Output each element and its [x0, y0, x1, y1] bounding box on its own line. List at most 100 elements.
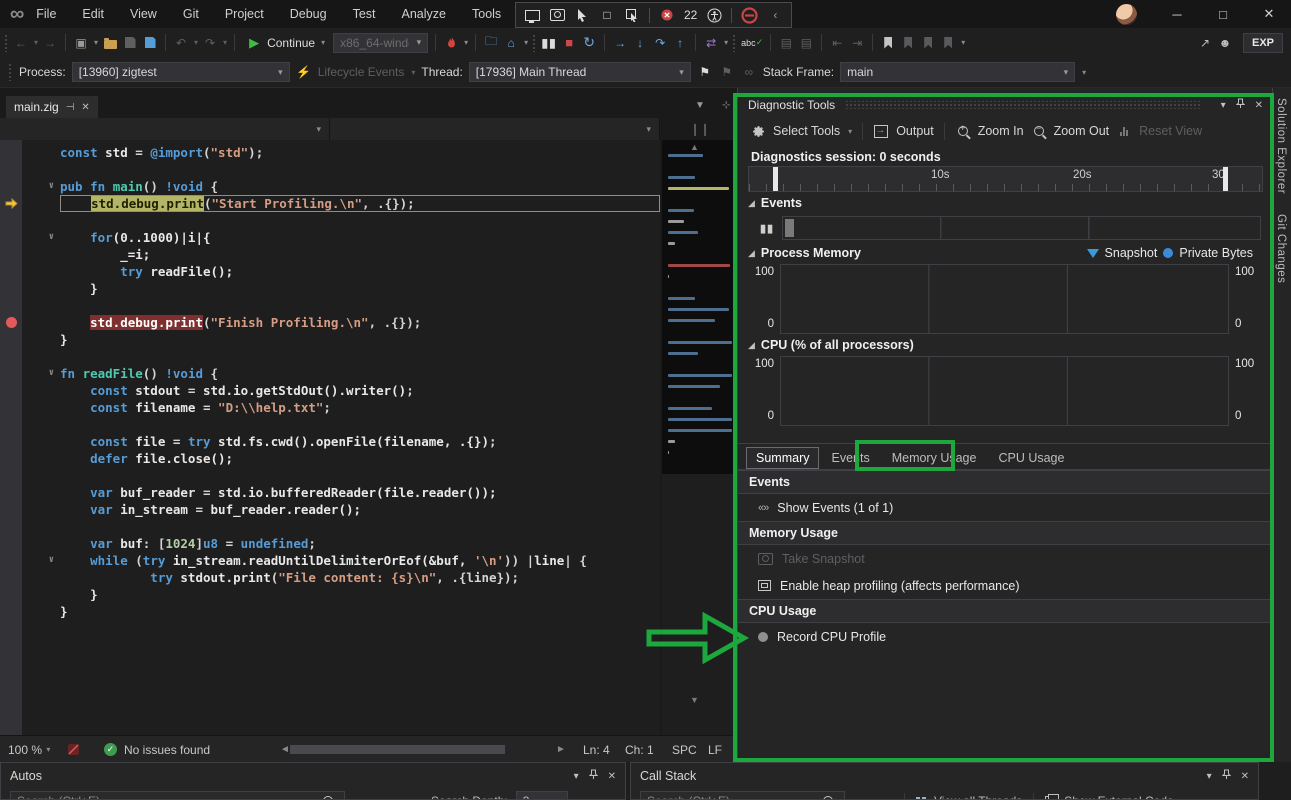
accessibility-icon[interactable] — [706, 6, 722, 24]
scroll-up-icon[interactable]: ▲ — [690, 142, 699, 152]
window-position-dropdown-icon[interactable]: ▾ — [1221, 100, 1226, 111]
hot-reload-icon[interactable] — [443, 34, 459, 52]
menu-edit[interactable]: Edit — [82, 7, 104, 21]
window-position-dropdown-icon[interactable]: ▾ — [574, 771, 579, 782]
navigate-forward-icon[interactable]: → — [42, 34, 58, 52]
breakpoint-margin[interactable] — [0, 535, 22, 552]
breakpoint-margin[interactable] — [0, 484, 22, 501]
breakpoint-margin[interactable] — [0, 501, 22, 518]
reset-view-button[interactable]: Reset View — [1139, 124, 1202, 138]
menu-debug[interactable]: Debug — [290, 7, 327, 21]
minimize-button[interactable]: ─ — [1155, 0, 1199, 28]
breakpoint-margin[interactable] — [0, 178, 22, 195]
action-record-cpu-profile[interactable]: Record CPU Profile — [738, 623, 1273, 650]
type-dropdown[interactable]: ▾ — [0, 118, 330, 140]
stop-debug-icon[interactable]: ■ — [561, 34, 577, 52]
process-memory-header[interactable]: ◢ Process Memory Snapshot Private Bytes — [748, 246, 1253, 260]
menu-view[interactable]: View — [130, 7, 157, 21]
member-dropdown[interactable]: ▾ — [330, 118, 660, 140]
next-bookmark-icon[interactable] — [920, 34, 936, 52]
close-panel-icon[interactable]: ✕ — [1255, 100, 1263, 111]
side-tab-solution-explorer[interactable]: Solution Explorer — [1273, 88, 1289, 204]
side-tab-git-changes[interactable]: Git Changes — [1273, 204, 1289, 293]
scroll-left-icon[interactable]: ◄ — [280, 736, 290, 763]
user-avatar[interactable] — [1116, 4, 1137, 25]
back-icon[interactable]: ← — [853, 792, 869, 800]
redo-icon[interactable]: ↷ — [202, 34, 218, 52]
output-button[interactable]: Output — [896, 124, 934, 138]
menu-test[interactable]: Test — [353, 7, 376, 21]
timeline-end-handle[interactable] — [1223, 167, 1228, 191]
issues-status[interactable]: ✓No issues found — [104, 736, 210, 763]
health-indicator-icon[interactable] — [66, 736, 81, 763]
zoom-dropdown[interactable]: 100 % ▾ — [8, 736, 50, 763]
zoom-out-button[interactable]: Zoom Out — [1054, 124, 1110, 138]
region-select-icon[interactable] — [624, 6, 640, 24]
events-timeline-box[interactable] — [782, 216, 1261, 240]
format-selection-icon[interactable]: ▤ — [798, 34, 814, 52]
breakpoint-margin[interactable] — [0, 586, 22, 603]
lifecycle-events-button[interactable]: Lifecycle Events — [318, 65, 405, 79]
breakpoint-margin[interactable] — [0, 229, 22, 246]
share-icon[interactable]: ↗ — [1197, 34, 1213, 52]
breakpoint-margin[interactable] — [0, 552, 22, 569]
breakpoint-margin[interactable] — [0, 416, 22, 433]
float-tab-icon[interactable]: ⊹ — [722, 100, 730, 111]
fold-chevron-icon[interactable]: ∨ — [22, 178, 60, 195]
save-all-icon[interactable] — [142, 34, 158, 52]
breakpoint-margin[interactable] — [0, 433, 22, 450]
breakpoint-margin[interactable] — [0, 467, 22, 484]
fold-chevron-icon[interactable]: ∨ — [22, 229, 60, 246]
breakpoint-margin[interactable] — [0, 263, 22, 280]
navigate-back-icon[interactable]: ← — [13, 34, 29, 52]
breakpoint-margin[interactable] — [0, 331, 22, 348]
show-external-code-button[interactable]: Show External Code — [1064, 794, 1173, 800]
split-editor-icon[interactable]: ❘❘ — [690, 120, 710, 138]
pin-icon[interactable] — [1236, 98, 1245, 112]
thread-dropdown[interactable]: [17936] Main Thread▾ — [469, 62, 691, 82]
scroll-down-icon[interactable]: ▼ — [690, 695, 699, 705]
breakpoint-margin[interactable] — [0, 246, 22, 263]
undo-icon[interactable]: ↶ — [173, 34, 189, 52]
decrease-indent-icon[interactable]: ⇤ — [829, 34, 845, 52]
video-record-icon[interactable] — [549, 6, 565, 24]
breakpoint-icon[interactable] — [0, 314, 22, 331]
search-depth-dropdown[interactable]: 3▾ — [516, 791, 568, 800]
horizontal-scrollbar-thumb[interactable] — [290, 745, 505, 754]
breakpoint-margin[interactable] — [0, 212, 22, 229]
tab-cpu-usage[interactable]: CPU Usage — [988, 447, 1074, 469]
threads-in-source-icon[interactable]: ⇄ — [703, 34, 719, 52]
tab-summary[interactable]: Summary — [746, 447, 819, 469]
close-button[interactable]: ✕ — [1247, 0, 1291, 28]
format-document-icon[interactable]: ▤ — [778, 34, 794, 52]
do-not-disturb-icon[interactable] — [741, 6, 758, 24]
breakpoint-margin[interactable] — [0, 280, 22, 297]
step-out-icon[interactable]: ↑ — [672, 34, 688, 52]
continue-button[interactable]: ▶ Continue ▾ — [242, 34, 329, 52]
action-show-events-1-of-1[interactable]: «»Show Events (1 of 1) — [738, 494, 1273, 521]
loop-icon[interactable]: ∞ — [741, 63, 757, 81]
breakpoint-margin[interactable] — [0, 382, 22, 399]
action-enable-heap-profiling-affects-performance[interactable]: Enable heap profiling (affects performan… — [738, 572, 1273, 599]
process-dropdown[interactable]: [13960] zigtest▾ — [72, 62, 290, 82]
cpu-graph-header[interactable]: ◢ CPU (% of all processors) — [748, 338, 914, 352]
menu-git[interactable]: Git — [183, 7, 199, 21]
toggle-bookmark-icon[interactable] — [880, 34, 896, 52]
stop-region-icon[interactable]: □ — [599, 6, 615, 24]
forward-icon[interactable]: → — [877, 792, 893, 800]
pause-icon[interactable]: ▮▮ — [541, 34, 557, 52]
flag-icon[interactable]: ⚑ — [697, 63, 713, 81]
fold-chevron-icon[interactable]: ∨ — [22, 552, 60, 569]
select-tools-button[interactable]: Select Tools — [773, 124, 840, 138]
pause-events-icon[interactable]: ▮▮ — [760, 222, 774, 235]
minimap[interactable]: ▲ ▼ — [662, 140, 737, 735]
breakpoint-margin[interactable] — [0, 399, 22, 416]
timeline-ruler[interactable]: 10s 20s 30 — [748, 166, 1263, 192]
tab-list-dropdown-icon[interactable]: ▼ — [695, 100, 705, 111]
browse-home-icon[interactable]: ⌂ — [503, 34, 519, 52]
previous-bookmark-icon[interactable] — [900, 34, 916, 52]
increase-indent-icon[interactable]: ⇥ — [849, 34, 865, 52]
menu-file[interactable]: File — [36, 7, 56, 21]
code-editor[interactable]: const std = @import("std");∨pub fn main(… — [0, 140, 660, 735]
flag-threads-icon[interactable]: ⚑ — [719, 63, 735, 81]
